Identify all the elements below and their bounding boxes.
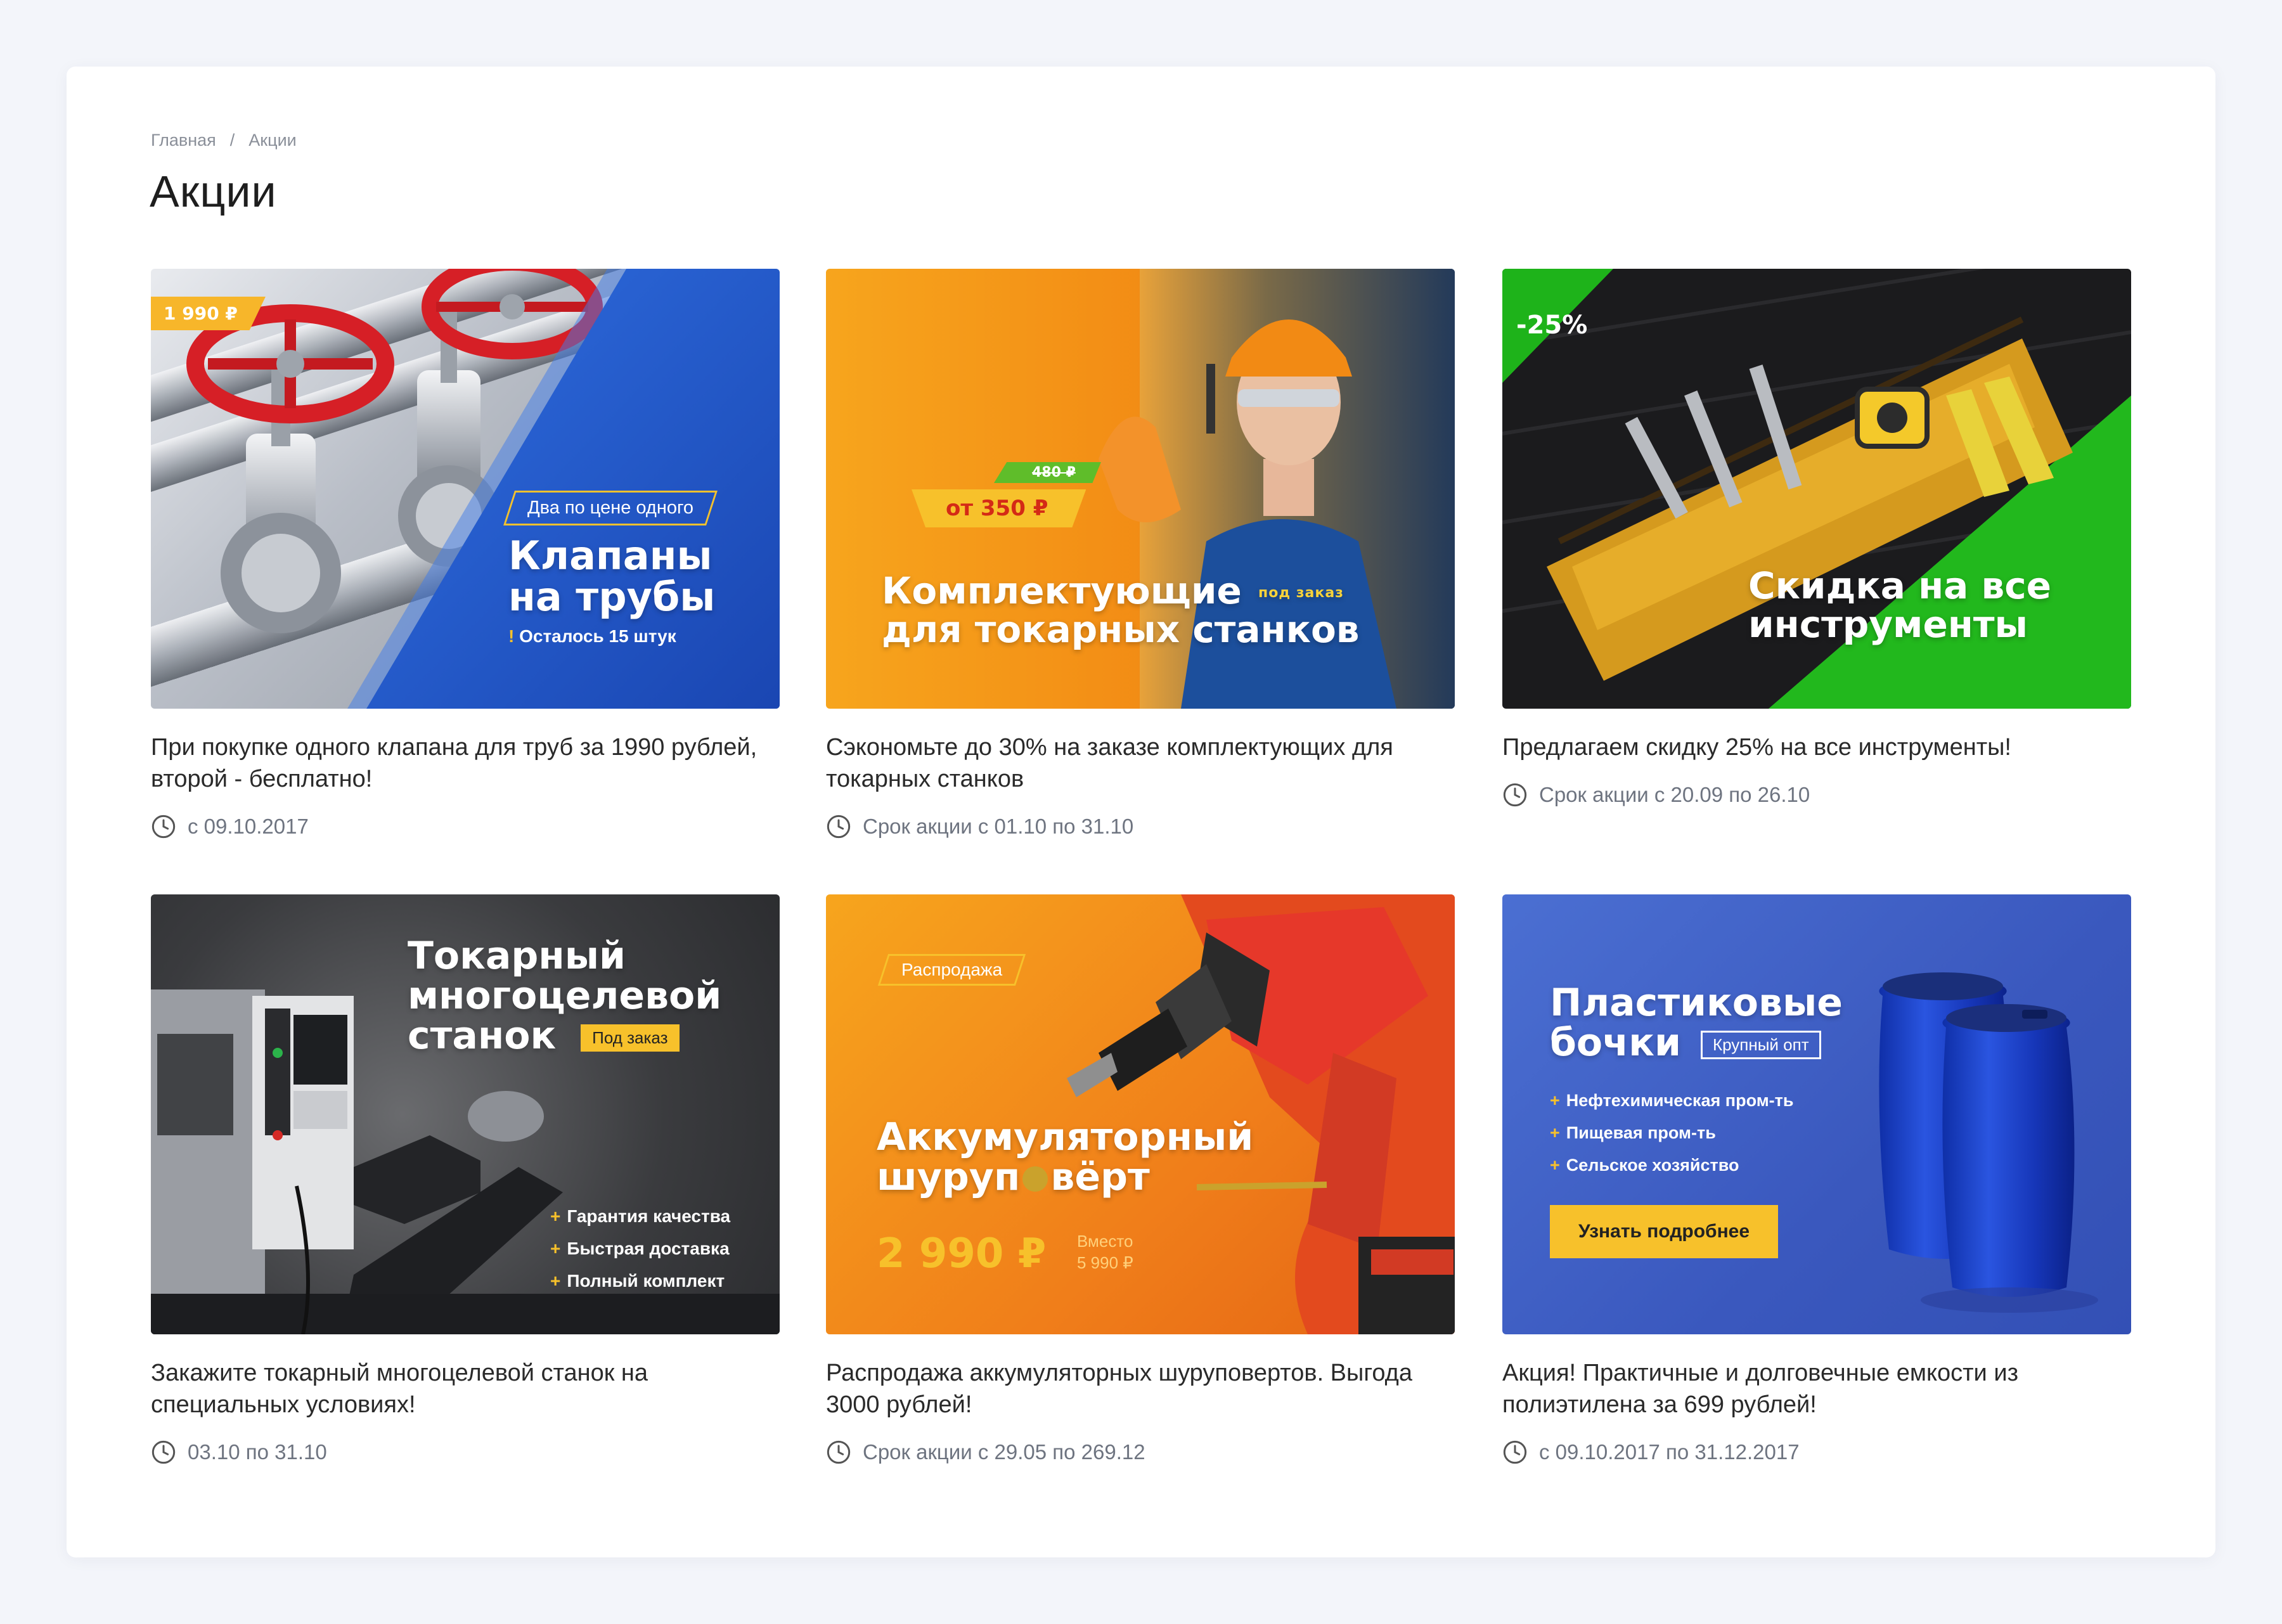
stock-note: ! Осталось 15 штук	[508, 626, 676, 646]
promo-date: Срок акции с 29.05 по 269.12	[826, 1440, 1455, 1465]
promo-description: Закажите токарный многоцелевой станок на…	[151, 1360, 648, 1418]
sale-badge: Распродажа	[877, 954, 1026, 986]
promo-banner-tools[interactable]: -25% Скидка на все инструменты	[1502, 269, 2131, 709]
clock-icon	[151, 815, 176, 839]
promo-banner-barrels[interactable]: Пластиковые бочки Крупный опт + Нефтехими…	[1502, 894, 2131, 1334]
promo-banner-lathe-parts[interactable]: 480 ₽ от 350 ₽ Комплектующие под заказ д…	[826, 269, 1455, 709]
breadcrumb-home-link[interactable]: Главная	[151, 131, 216, 150]
clock-icon	[151, 1440, 176, 1464]
banner-headline: Комплектующие под заказ для токарных ста…	[882, 569, 1360, 651]
breadcrumb-current: Акции	[248, 131, 297, 150]
order-tag: Под заказ	[581, 1024, 680, 1052]
industry-item: + Пищевая пром-ть	[1550, 1123, 1716, 1142]
promo-banner-screwdriver[interactable]: Распродажа Аккумуляторный шуруп вёрт 2 99…	[826, 894, 1455, 1334]
feature-item: + Полный комплект	[550, 1271, 725, 1291]
sale-price: 2 990 ₽	[877, 1230, 1047, 1277]
breadcrumb-separator: /	[229, 131, 235, 150]
breadcrumb: Главная / Акции	[151, 131, 297, 150]
industry-item: + Сельское хозяйство	[1550, 1156, 1739, 1175]
promo-card[interactable]: Токарный многоцелевой станок Под заказ +…	[151, 894, 780, 1465]
promo-date: 03.10 по 31.10	[151, 1440, 780, 1465]
clock-icon	[1503, 1440, 1527, 1464]
promo-card[interactable]: Распродажа Аккумуляторный шуруп вёрт 2 99…	[826, 894, 1455, 1465]
promo-date: с 09.10.2017 по 31.12.2017	[1502, 1440, 2131, 1465]
promo-description: Распродажа аккумуляторных шуруповертов. …	[826, 1360, 1412, 1418]
promo-date: с 09.10.2017	[151, 814, 780, 839]
discount-badge: -25%	[1516, 311, 1588, 340]
banner-headline: Пластиковые бочки Крупный опт	[1550, 981, 1843, 1065]
feature-item: + Быстрая доставка	[550, 1239, 730, 1258]
promo-date: Срок акции с 01.10 по 31.10	[826, 814, 1455, 839]
page-title: Акции	[150, 167, 277, 216]
industry-list: + Нефтехимическая пром-ть + Пищевая пром-т…	[1550, 1085, 1794, 1182]
feature-item: + Гарантия качества	[550, 1206, 731, 1226]
banner-headline: Токарный многоцелевой станок Под заказ	[408, 934, 722, 1058]
bulk-tag: Крупный опт	[1700, 1030, 1821, 1060]
instead-price: Вместо 5 990 ₽	[1077, 1232, 1133, 1272]
banner-headline: Скидка на все инструменты	[1748, 564, 2051, 646]
learn-more-button[interactable]: Узнать подробнее	[1550, 1205, 1778, 1258]
promo-banner-lathe[interactable]: Токарный многоцелевой станок Под заказ +…	[151, 894, 780, 1334]
price-tag: 1 990 ₽	[151, 297, 266, 330]
promo-description: Акция! Практичные и долговечные емкости …	[1502, 1360, 2018, 1418]
promo-date: Срок акции с 20.09 по 26.10	[1502, 782, 2131, 808]
order-tag: под заказ	[1258, 585, 1344, 602]
promo-badge: Два по цене одного	[503, 491, 718, 525]
promo-description: При покупке одного клапана для труб за 1…	[151, 734, 757, 792]
promo-card[interactable]: 1 990 ₽ Два по цене одного Клапаны на тр…	[151, 269, 780, 839]
clock-icon	[827, 815, 851, 839]
clock-icon	[1503, 783, 1527, 807]
promo-description: Предлагаем скидку 25% на все инструменты…	[1502, 734, 2011, 761]
promo-banner-valves[interactable]: 1 990 ₽ Два по цене одного Клапаны на тр…	[151, 269, 780, 709]
industry-item: + Нефтехимическая пром-ть	[1550, 1091, 1794, 1110]
feature-list: + Гарантия качества + Быстрая доставка + По…	[550, 1200, 730, 1297]
promo-card[interactable]: 480 ₽ от 350 ₽ Комплектующие под заказ д…	[826, 269, 1455, 839]
banner-headline: Аккумуляторный шуруп вёрт	[877, 1115, 1254, 1199]
banner-headline: Клапаны на трубы	[508, 532, 716, 621]
clock-icon	[827, 1440, 851, 1464]
price-tag: от 350 ₽	[912, 489, 1086, 527]
promo-card[interactable]: -25% Скидка на все инструменты Предлагае…	[1502, 269, 2131, 808]
promo-description: Сэкономьте до 30% на заказе комплектующи…	[826, 734, 1393, 792]
screw-head-icon	[1022, 1166, 1048, 1192]
promo-card[interactable]: Пластиковые бочки Крупный опт + Нефтехими…	[1502, 894, 2131, 1465]
old-price-tag: 480 ₽	[994, 462, 1101, 483]
valves-illustration	[151, 269, 780, 709]
